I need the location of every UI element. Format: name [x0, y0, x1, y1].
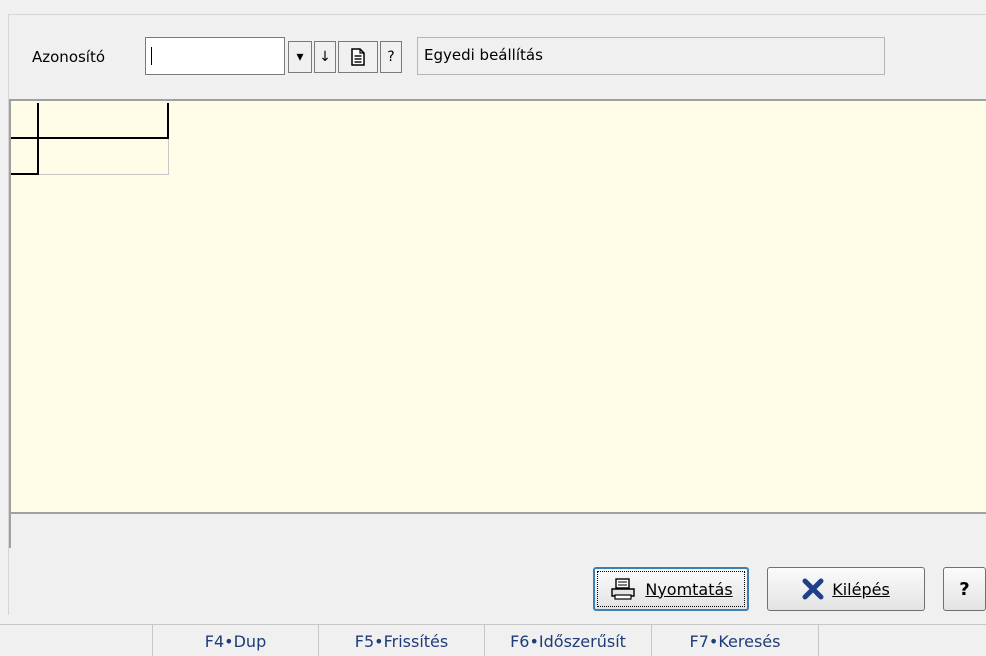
azonosito-label: Azonosító: [32, 48, 106, 66]
chevron-down-icon: ▾: [296, 49, 304, 65]
f6-update-key[interactable]: F6•Időszerűsít: [485, 625, 652, 656]
arrow-down-icon: ↓: [319, 49, 331, 65]
report-window: Azonosító ▾ ↓ ? Egyedi beállítás Nyomtat…: [0, 0, 986, 656]
function-key-empty: [0, 625, 153, 656]
question-icon: ?: [387, 49, 395, 65]
grid-corner-cell: [11, 103, 39, 139]
f5-refresh-key[interactable]: F5•Frissítés: [319, 625, 485, 656]
close-icon: [802, 578, 824, 600]
f4-dup-key[interactable]: F4•Dup: [153, 625, 319, 656]
move-down-button[interactable]: ↓: [314, 41, 336, 73]
f7-search-key[interactable]: F7•Keresés: [652, 625, 819, 656]
grid-row-header[interactable]: [11, 139, 39, 175]
document-button[interactable]: [338, 41, 378, 73]
document-icon: [351, 48, 365, 66]
print-button[interactable]: Nyomtatás: [593, 567, 749, 611]
status-bar: [9, 512, 986, 548]
grid-column-header[interactable]: [39, 103, 169, 139]
print-label: Nyomtatás: [645, 579, 733, 599]
printer-icon: [611, 578, 636, 600]
text-caret: [151, 47, 152, 65]
filter-help-button[interactable]: ?: [380, 41, 402, 73]
exit-button[interactable]: Kilépés: [767, 567, 925, 611]
question-icon: ?: [959, 578, 970, 600]
dropdown-button[interactable]: ▾: [288, 41, 312, 73]
grid-cell[interactable]: [39, 139, 169, 175]
data-grid[interactable]: [9, 99, 986, 512]
exit-label: Kilépés: [832, 579, 890, 599]
azonosito-input[interactable]: [145, 37, 285, 75]
function-key-bar: F4•Dup F5•Frissítés F6•Időszerűsít F7•Ke…: [0, 624, 986, 656]
help-button[interactable]: ?: [943, 567, 986, 611]
description-field: Egyedi beállítás: [417, 37, 885, 75]
